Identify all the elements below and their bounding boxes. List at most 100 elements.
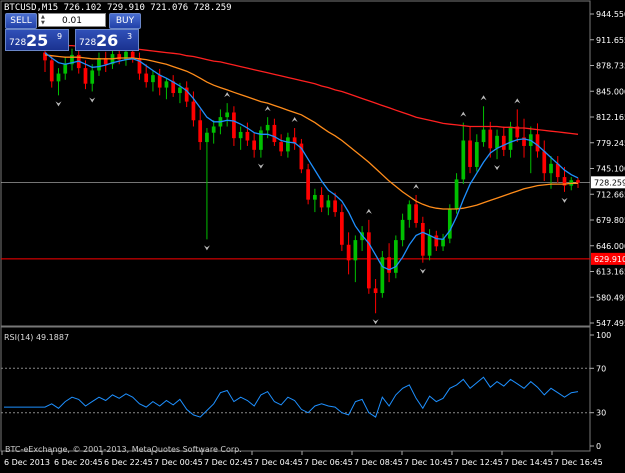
fractal-down-marker (494, 165, 501, 171)
candle-body (434, 235, 439, 247)
candle-body (56, 73, 61, 82)
price-tick-label: 878.735 (596, 62, 625, 71)
price-tick-label: 613.165 (596, 268, 625, 277)
lot-size-field[interactable]: ▲ ▼ 0.01 (38, 13, 106, 27)
candle-body (164, 81, 169, 88)
price-tick-label: 812.165 (596, 113, 625, 122)
candle-body (130, 51, 135, 59)
rsi-tick-label: 70 (596, 364, 606, 373)
time-tick-label: 7 Dec 02:45 (204, 458, 253, 467)
rsi-tick-label: 100 (596, 331, 611, 340)
candle-body (333, 200, 337, 213)
horizontal-level-line[interactable]: 629.910 (1, 252, 625, 265)
price-tick-label: 944.550 (596, 10, 625, 19)
candle-body (387, 257, 391, 273)
fractal-down-marker (89, 97, 96, 103)
fractal-up-marker (514, 98, 521, 104)
candle-body (340, 212, 344, 245)
ma-fast-line (44, 52, 579, 271)
price-tick-label: 779.245 (596, 139, 625, 148)
rsi-tick-label: 0 (596, 442, 601, 451)
fractal-down-marker (257, 163, 264, 169)
candle-body (198, 120, 203, 143)
buy-price-box[interactable]: 728 26 3 (75, 29, 139, 51)
candle-body (447, 208, 452, 239)
candle-body (90, 70, 95, 84)
sell-price-main: 25 (26, 31, 49, 50)
candle-body (259, 130, 263, 150)
candle-body (461, 140, 466, 180)
time-tick-label: 7 Dec 08:45 (354, 458, 403, 467)
candle-body (49, 60, 54, 82)
candle-body (272, 124, 277, 143)
chart-area[interactable]: 944.550 911.655 878.735 845.000 812.165 779.2… (0, 0, 625, 469)
time-tick-label: 7 Dec 14:45 (504, 458, 553, 467)
sell-price-pip: 9 (57, 32, 63, 41)
candlestick-series (43, 44, 580, 314)
sell-price-prefix: 728 (9, 38, 27, 48)
price-tick-label: 679.805 (596, 216, 625, 225)
candle-body (420, 222, 425, 256)
fractal-up-marker (460, 111, 467, 117)
rsi-indicator: 100 70 30 0 (1, 331, 611, 451)
candle-body (252, 140, 257, 150)
candle-body (468, 140, 472, 167)
time-tick-label: 7 Dec 10:45 (404, 458, 453, 467)
candle-body (225, 112, 230, 118)
price-tick-label: 845.000 (596, 87, 625, 96)
rsi-label: RSI(14) 49.1887 (4, 333, 70, 342)
price-tick-label: 646.000 (596, 242, 625, 251)
time-tick-label: 7 Dec 12:45 (454, 458, 503, 467)
candle-body (346, 244, 351, 261)
time-tick-label: 7 Dec 04:45 (254, 458, 303, 467)
moving-average-lines (44, 44, 579, 271)
chart-canvas[interactable]: 944.550 911.655 878.735 845.000 812.165 779.2… (0, 0, 625, 469)
candle-body (353, 240, 358, 261)
candle-body (313, 194, 317, 200)
candle-body (286, 137, 290, 152)
copyright-footer: BTC-eExchange, © 2001-2013, MetaQuotes S… (5, 445, 242, 454)
candle-body (205, 132, 209, 143)
sell-button[interactable]: SELL (5, 13, 37, 29)
fractal-up-marker (413, 183, 420, 189)
candle-body (535, 134, 540, 152)
chart-title: BTCUSD,M15 726.102 729.910 721.076 728.2… (4, 3, 232, 13)
candle-body (232, 112, 236, 139)
lot-decrease-icon[interactable]: ▼ (41, 21, 45, 26)
candle-body (400, 219, 405, 241)
candle-body (306, 169, 310, 200)
time-tick-label: 7 Dec 16:45 (554, 458, 603, 467)
fractal-up-marker (480, 95, 487, 101)
candle-body (144, 73, 149, 83)
time-tick-label: 6 Dec 20:45 (54, 458, 103, 467)
sell-price-box[interactable]: 728 25 9 (5, 29, 69, 51)
candle-body (279, 142, 283, 152)
candle-body (157, 75, 162, 88)
candle-body (427, 235, 432, 256)
fractal-markers (55, 33, 568, 325)
buy-button[interactable]: BUY (109, 13, 141, 29)
candle-body (245, 131, 250, 141)
rsi-pane-frame (0, 326, 591, 452)
fractal-up-marker (365, 208, 372, 214)
price-tick-label: 712.665 (596, 190, 625, 199)
fractal-down-marker (561, 197, 568, 203)
level-line-label: 629.910 (594, 255, 625, 264)
price-tick-label: 580.495 (596, 293, 625, 302)
candle-body (576, 180, 580, 183)
candle-body (366, 232, 371, 289)
rsi-line (4, 376, 579, 418)
candle-body (549, 163, 553, 174)
candle-body (495, 135, 499, 149)
price-tick-label: 745.100 (596, 165, 625, 174)
candle-body (508, 126, 513, 150)
buy-price-prefix: 728 (79, 38, 97, 48)
price-tick-label: 911.655 (596, 36, 625, 45)
fractal-down-marker (203, 245, 210, 251)
candle-body (97, 58, 101, 71)
current-price-label: 728.259 (594, 178, 625, 187)
buy-price-pip: 3 (127, 32, 133, 41)
candle-body (83, 68, 88, 84)
candle-body (454, 179, 459, 209)
buy-price-main: 26 (96, 31, 119, 50)
